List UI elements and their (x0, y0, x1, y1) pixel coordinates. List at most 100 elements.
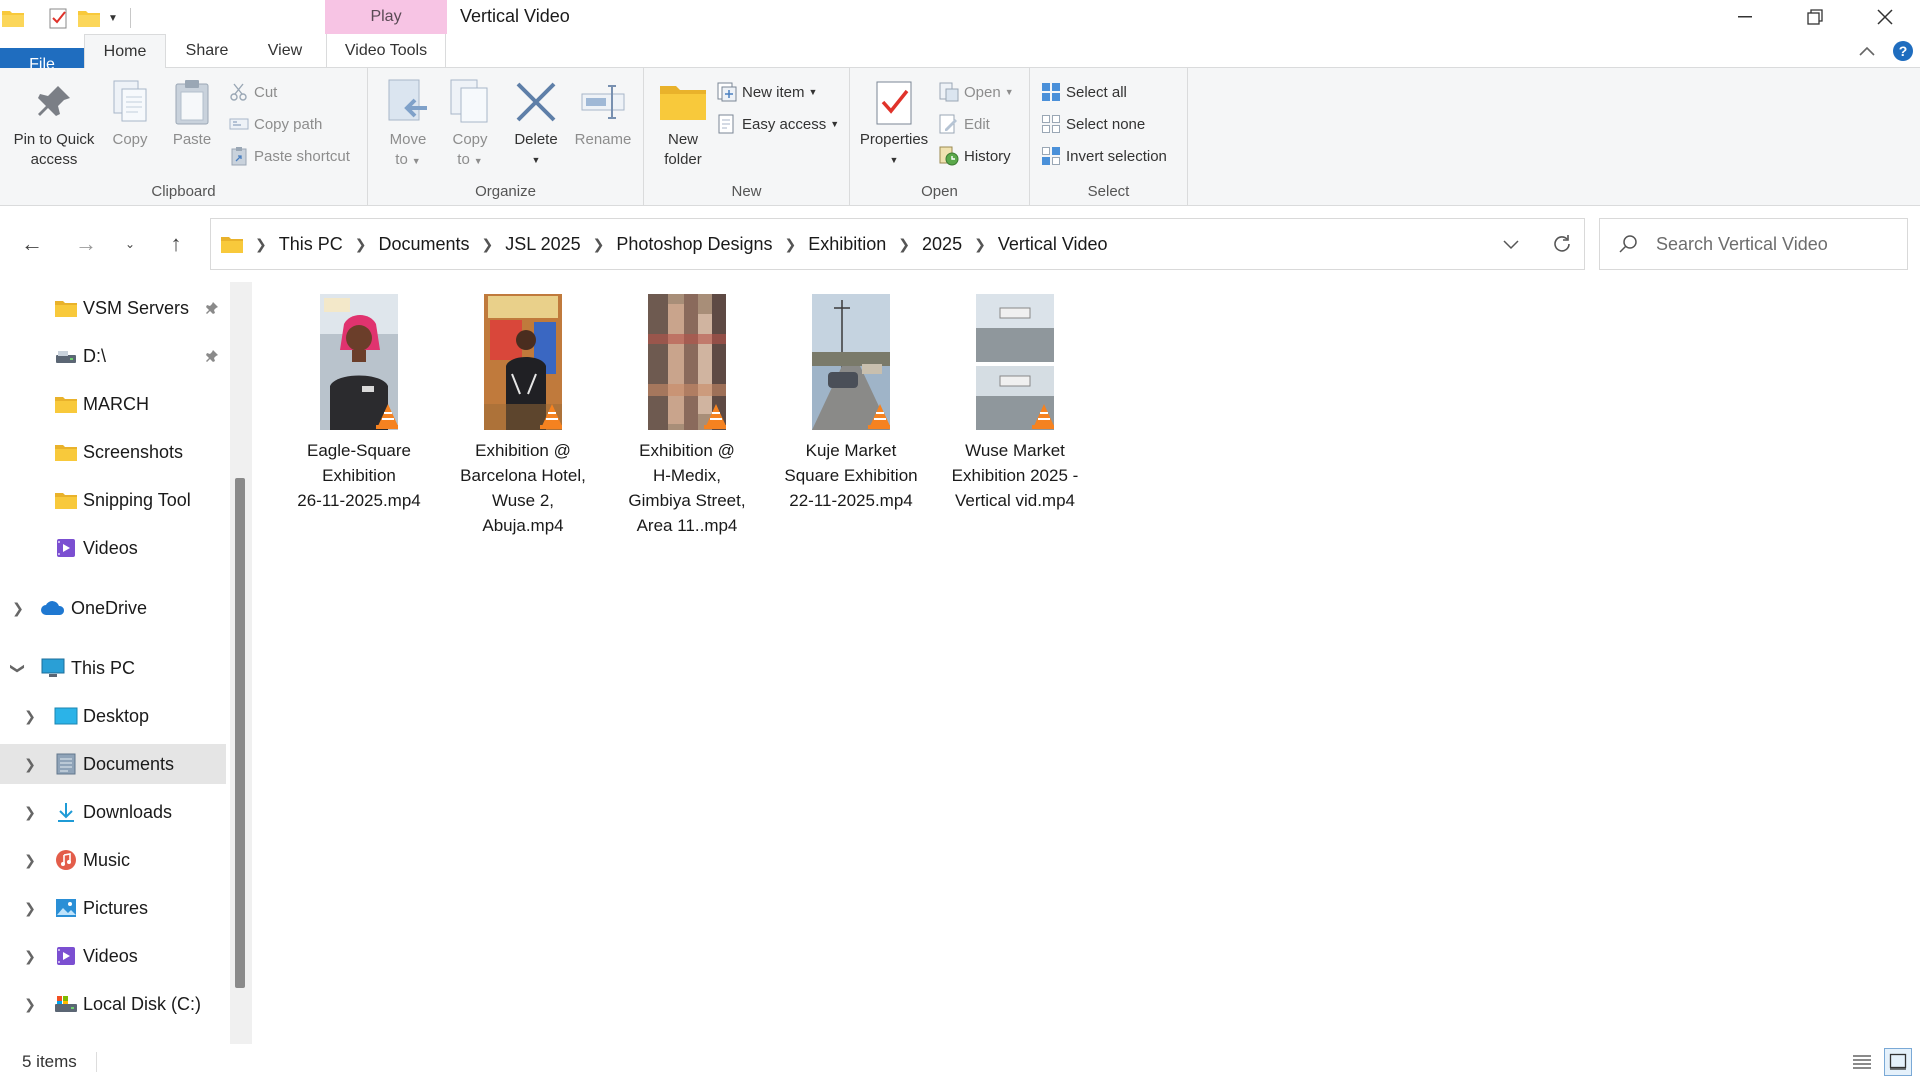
cut-button[interactable]: Cut (228, 78, 277, 106)
delete-button[interactable]: Delete ▼ (504, 76, 568, 170)
chevron-right-icon[interactable]: ❯ (20, 804, 40, 821)
properties-dropdown-icon[interactable]: ▼ (890, 150, 899, 170)
up-arrow-icon[interactable]: ↑ (158, 226, 194, 262)
video-thumbnail (976, 294, 1054, 430)
breadcrumb-jsl-2025[interactable]: JSL 2025 (505, 234, 580, 255)
nav-item-vsm-servers[interactable]: VSM Servers (0, 288, 226, 328)
restore-button[interactable] (1780, 0, 1850, 34)
vlc-cone-icon (1032, 404, 1054, 429)
breadcrumb-2025[interactable]: 2025 (922, 234, 962, 255)
chevron-right-icon[interactable]: ❯ (355, 236, 367, 253)
nav-item-videos-quick[interactable]: Videos (0, 528, 226, 568)
history-button[interactable]: History (938, 142, 1011, 170)
back-arrow-icon[interactable]: ← (14, 226, 50, 262)
pin-to-quick-access-button[interactable]: Pin to Quick access (8, 76, 100, 170)
file-item[interactable]: Wuse Market Exhibition 2025 - Vertical vid… (936, 294, 1094, 513)
new-folder-icon[interactable] (74, 4, 104, 32)
file-item[interactable]: Kuje Market Square Exhibition 22-11-2025.m… (772, 294, 930, 513)
tab-home[interactable]: Home (84, 34, 166, 69)
properties-button[interactable]: Properties ▼ (856, 76, 932, 170)
help-icon[interactable]: ? (1892, 34, 1914, 68)
chevron-right-icon[interactable]: ❯ (20, 996, 40, 1013)
pin-icon[interactable] (202, 346, 222, 366)
new-item-button[interactable]: New item ▼ (716, 78, 817, 106)
nav-item-desktop[interactable]: ❯ Desktop (0, 696, 226, 736)
move-to-button[interactable]: Move to ▼ (380, 76, 436, 171)
vlc-cone-icon (540, 404, 562, 429)
paste-shortcut-button[interactable]: Paste shortcut (228, 142, 350, 170)
chevron-right-icon[interactable]: ❯ (20, 756, 40, 773)
chevron-right-icon[interactable]: ❯ (20, 852, 40, 869)
nav-item-documents[interactable]: ❯ Documents (0, 744, 226, 784)
nav-item-march[interactable]: MARCH (0, 384, 226, 424)
properties-check-icon[interactable] (44, 4, 74, 32)
breadcrumb-photoshop-designs[interactable]: Photoshop Designs (616, 234, 772, 255)
breadcrumb-exhibition[interactable]: Exhibition (808, 234, 886, 255)
copy-button[interactable]: Copy (104, 76, 156, 150)
nav-pane-scrollbar-thumb[interactable] (235, 478, 245, 988)
nav-item-d-drive[interactable]: D:\ (0, 336, 226, 376)
breadcrumb-vertical-video[interactable]: Vertical Video (998, 234, 1108, 255)
nav-item-this-pc[interactable]: ❯ This PC (0, 648, 226, 688)
chevron-right-icon[interactable]: ❯ (482, 236, 494, 253)
search-box[interactable] (1599, 218, 1908, 270)
delete-dropdown-icon[interactable]: ▼ (532, 150, 541, 170)
nav-pane-scrollbar[interactable] (230, 282, 252, 1044)
nav-item-music[interactable]: ❯ Music (0, 840, 226, 880)
copy-to-button[interactable]: Copy to ▼ (442, 76, 498, 171)
nav-item-snipping-tool[interactable]: Snipping Tool (0, 480, 226, 520)
tab-video-tools[interactable]: Video Tools (326, 34, 446, 68)
address-bar[interactable]: ❯ This PC ❯ Documents ❯ JSL 2025 ❯ Photo… (210, 218, 1585, 270)
large-icons-view-icon[interactable] (1884, 1048, 1912, 1076)
nav-item-pictures[interactable]: ❯ Pictures (0, 888, 226, 928)
customize-toolbar-dropdown[interactable]: ▼ (104, 4, 122, 32)
recent-locations-chevron-icon[interactable]: ⌄ (112, 226, 148, 262)
tab-view[interactable]: View (250, 34, 320, 68)
chevron-right-icon[interactable]: ❯ (898, 236, 910, 253)
chevron-right-icon[interactable]: ❯ (20, 708, 40, 725)
nav-item-downloads[interactable]: ❯ Downloads (0, 792, 226, 832)
select-all-button[interactable]: Select all (1040, 78, 1127, 106)
pin-icon[interactable] (202, 298, 222, 318)
chevron-right-icon[interactable]: ❯ (20, 948, 40, 965)
rename-button[interactable]: Rename (570, 76, 636, 150)
nav-item-videos[interactable]: ❯ Videos (0, 936, 226, 976)
details-view-icon[interactable] (1848, 1048, 1876, 1076)
easy-access-button[interactable]: Easy access ▼ (716, 110, 839, 138)
select-none-button[interactable]: Select none (1040, 110, 1145, 138)
nav-item-screenshots[interactable]: Screenshots (0, 432, 226, 472)
folder-icon[interactable] (0, 4, 26, 32)
breadcrumb-this-pc[interactable]: This PC (279, 234, 343, 255)
collapse-ribbon-icon[interactable] (1858, 34, 1876, 68)
nav-item-onedrive[interactable]: ❯ OneDrive (0, 588, 226, 628)
chevron-right-icon[interactable]: ❯ (974, 236, 986, 253)
group-label-organize: Organize (475, 183, 536, 200)
file-item[interactable]: Exhibition @ Barcelona Hotel, Wuse 2, Abuja… (444, 294, 602, 538)
minimize-button[interactable] (1710, 0, 1780, 34)
chevron-right-icon[interactable]: ❯ (8, 600, 28, 617)
refresh-icon[interactable] (1540, 218, 1584, 270)
chevron-right-icon[interactable]: ❯ (20, 900, 40, 917)
search-input[interactable] (1656, 233, 1896, 255)
close-button[interactable] (1850, 0, 1920, 34)
nav-item-local-disk-c[interactable]: ❯ Local Disk (C:) (0, 984, 226, 1024)
breadcrumb-documents[interactable]: Documents (378, 234, 469, 255)
tab-share[interactable]: Share (172, 34, 242, 68)
chevron-right-icon[interactable]: ❯ (255, 236, 267, 253)
file-item[interactable]: Exhibition @ H-Medix, Gimbiya Street, Area … (608, 294, 766, 538)
new-folder-button[interactable]: New folder (654, 76, 712, 170)
chevron-right-icon[interactable]: ❯ (785, 236, 797, 253)
chevron-down-icon[interactable]: ❯ (10, 658, 27, 678)
edit-button[interactable]: Edit (938, 110, 990, 138)
copy-path-button[interactable]: Copy path (228, 110, 322, 138)
chevron-right-icon[interactable]: ❯ (593, 236, 605, 253)
paste-button[interactable]: Paste (166, 76, 218, 150)
address-history-chevron-icon[interactable] (1491, 233, 1531, 257)
videos-icon (53, 944, 79, 968)
file-list: Eagle-SquareExhibition26-11-2025.mp4 E (252, 280, 1920, 1044)
file-item[interactable]: Eagle-Square Exhibition 26-11-2025.mp4 (280, 294, 438, 513)
group-label-clipboard: Clipboard (151, 183, 216, 200)
open-button[interactable]: Open ▼ (938, 78, 1014, 106)
forward-arrow-icon[interactable]: → (68, 226, 104, 262)
invert-selection-button[interactable]: Invert selection (1040, 142, 1167, 170)
